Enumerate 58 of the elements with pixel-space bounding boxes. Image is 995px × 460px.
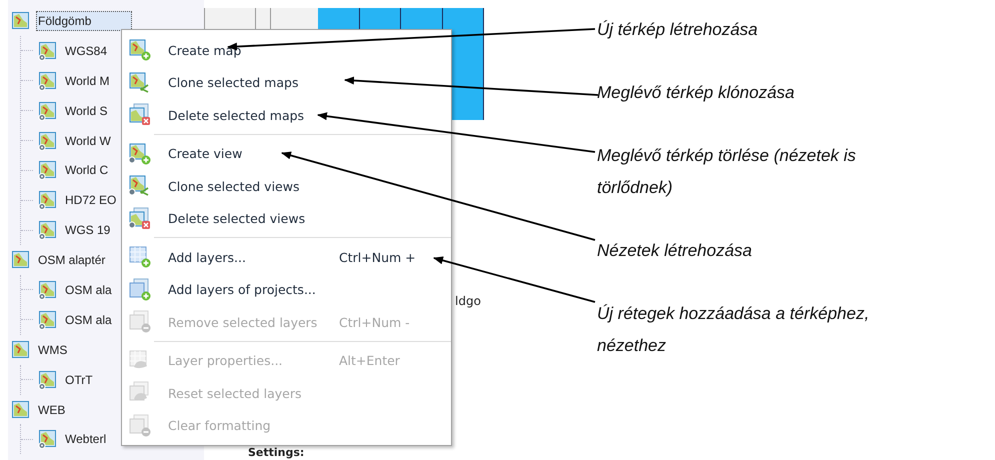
shortcut-text: Ctrl+Num -	[339, 314, 410, 330]
tree-item[interactable]: Földgömb	[36, 10, 132, 31]
map-view-icon	[38, 100, 58, 121]
tree-item[interactable]: World W	[63, 130, 113, 150]
map-view-icon	[38, 370, 58, 390]
tree-item[interactable]: WGS 19	[63, 220, 112, 240]
layer-plus-icon	[128, 245, 152, 270]
tree-item[interactable]: OTrT	[63, 370, 95, 390]
map-view-icon	[38, 190, 58, 210]
map-icon	[11, 340, 31, 360]
callout-text: Meglévő térkép klónozása	[597, 82, 795, 104]
layers-minus-icon	[128, 310, 152, 334]
map-view-icon	[38, 160, 58, 180]
menu-item[interactable]: Clone selected maps	[122, 66, 451, 99]
tree-item[interactable]: HD72 EO	[63, 190, 118, 210]
map-view-icon	[38, 310, 58, 330]
callout-text: Új rétegek hozzáadása a térképhez, nézethez	[597, 303, 870, 357]
map-view-icon	[38, 130, 58, 150]
layers-minus-icon	[128, 414, 152, 438]
menu-item[interactable]: Create map	[122, 34, 451, 66]
tree-item[interactable]: WEB	[36, 400, 68, 420]
grid-text: ldgo	[455, 294, 481, 308]
map-view-icon	[38, 429, 58, 450]
map-plus-icon	[128, 38, 152, 62]
menu-item[interactable]: Delete selected maps	[122, 99, 451, 132]
callout-text: Meglévő térkép törlése (nézetek is törlődnek)	[597, 145, 857, 199]
map-stack-delete-icon	[128, 103, 152, 128]
tree-item[interactable]: OSM ala	[63, 310, 114, 330]
tree-item[interactable]: World S	[63, 100, 110, 121]
menu-item[interactable]: Add layers... Ctrl+Num +	[122, 241, 451, 274]
settings-label: Settings:	[248, 446, 304, 459]
map-view-icon	[38, 280, 58, 300]
tree-item[interactable]: OSM ala	[63, 280, 114, 300]
tree-item[interactable]: WGS84	[63, 40, 110, 61]
callout-text: Nézetek létrehozása	[597, 240, 752, 262]
tree-item[interactable]: WMS	[36, 340, 70, 360]
tree-item[interactable]: World C	[63, 160, 110, 180]
shortcut-text: Alt+Enter	[339, 353, 400, 368]
map-icon	[11, 400, 31, 420]
layers-plus-icon	[128, 278, 152, 302]
menu-item[interactable]: Add layers of projects...	[122, 274, 451, 306]
shortcut-text: Ctrl+Num +	[339, 250, 416, 265]
column-header[interactable]	[256, 8, 271, 30]
tree-item[interactable]: World M	[63, 70, 112, 91]
tree-item[interactable]: Webterl	[63, 429, 108, 450]
map-view-icon	[38, 70, 58, 91]
map-view-icon	[38, 40, 58, 61]
map-icon	[11, 250, 31, 270]
tree-item[interactable]: OSM alaptér	[36, 250, 108, 270]
callout-text: Új térkép létrehozása	[597, 19, 758, 41]
map-icon	[11, 10, 31, 31]
view-plus-icon	[128, 142, 152, 166]
column-header[interactable]	[205, 8, 256, 30]
menu-item[interactable]: Create view	[122, 138, 451, 170]
menu-item[interactable]: Clone selected views	[122, 170, 451, 202]
menu-item[interactable]: Delete selected views	[122, 202, 451, 235]
view-stack-delete-icon	[128, 206, 152, 231]
map-view-icon	[38, 220, 58, 240]
